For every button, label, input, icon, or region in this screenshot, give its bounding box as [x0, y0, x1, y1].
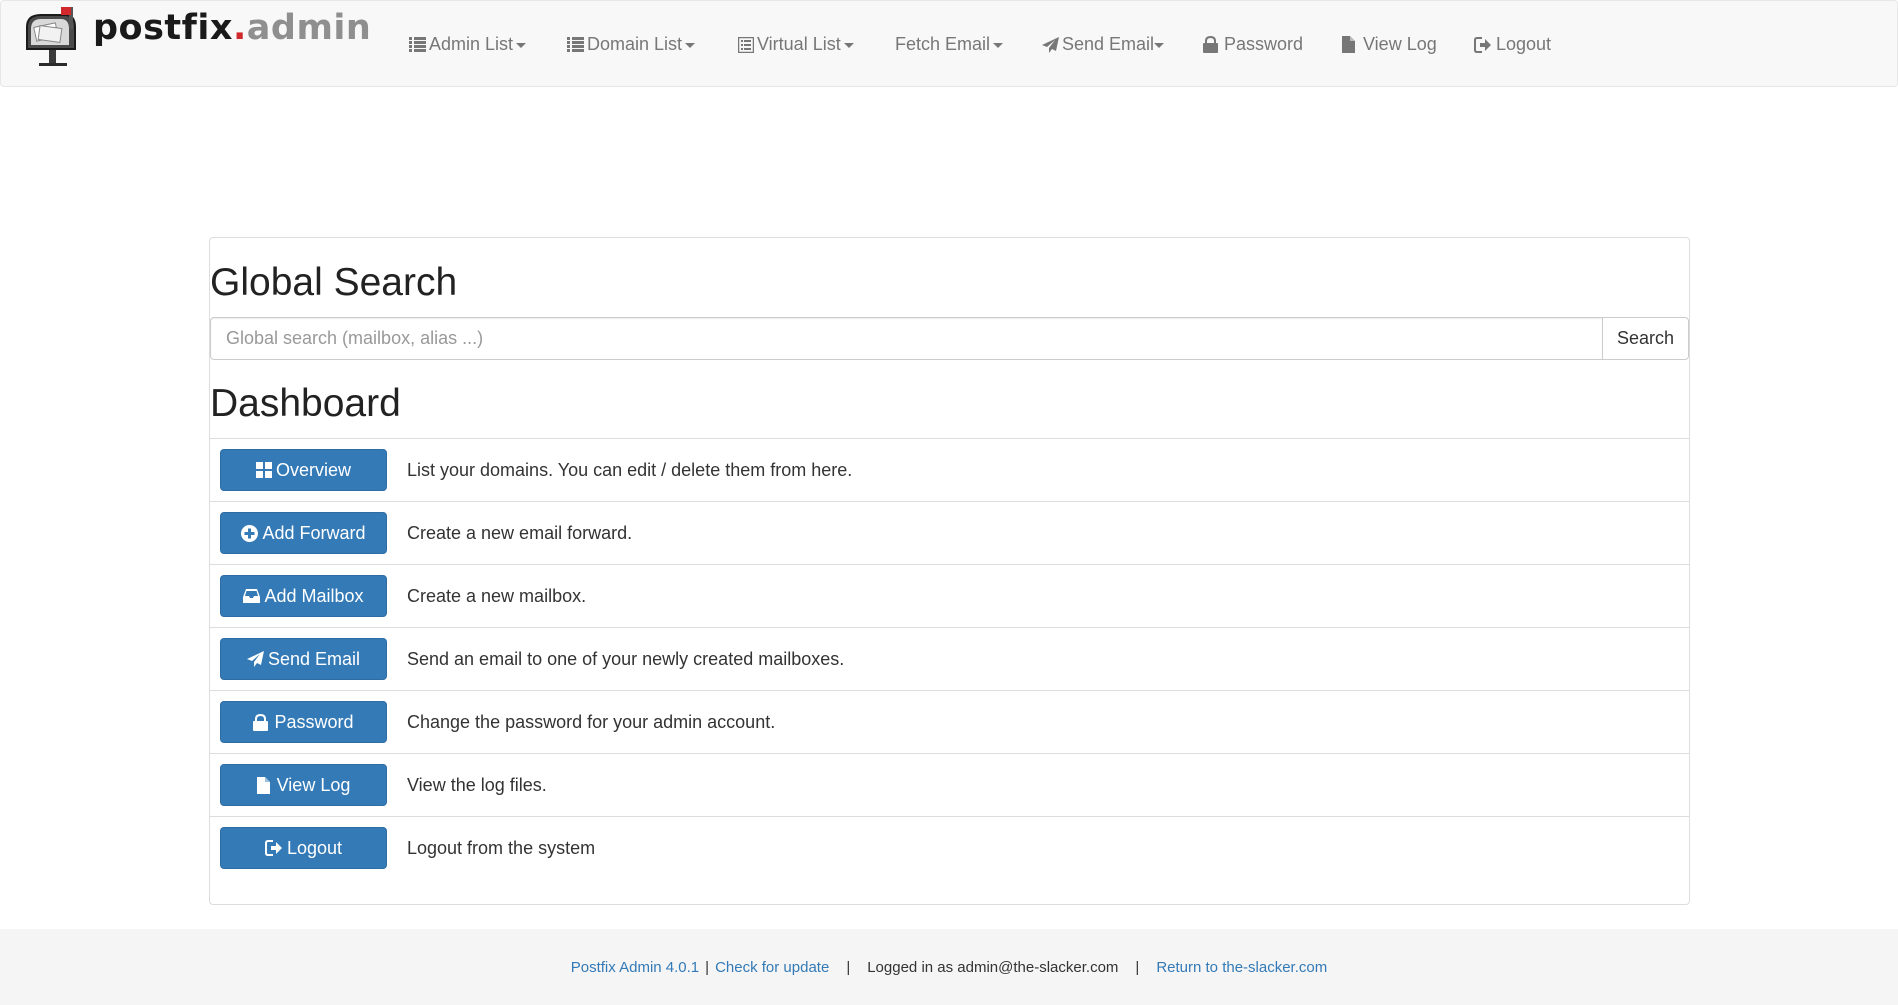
nav-virtual-list-label: Virtual List: [757, 34, 841, 54]
view-log-button[interactable]: View Log: [220, 764, 387, 806]
nav-admin-list[interactable]: Admin List: [409, 1, 527, 88]
global-search-heading: Global Search: [210, 261, 458, 304]
mailbox-icon: [26, 7, 76, 66]
nav-domain-list-label: Domain List: [587, 34, 683, 54]
table-row: Overview List your domains. You can edit…: [210, 438, 1689, 501]
chevron-down-icon: [1154, 43, 1165, 48]
overview-button-label: Overview: [275, 459, 351, 480]
grid-icon: [255, 462, 272, 478]
add-mailbox-button-label: Add Mailbox: [264, 585, 364, 606]
dashboard-heading: Dashboard: [210, 382, 401, 425]
send-email-description: Send an email to one of your newly creat…: [407, 649, 845, 669]
top-navbar: postfix.admin Admin List Domain List Vir…: [0, 0, 1898, 87]
file-icon: [256, 776, 270, 794]
table-row: Send Email Send an email to one of your …: [210, 627, 1689, 690]
nav-domain-list[interactable]: Domain List: [567, 1, 696, 88]
send-icon: [246, 651, 264, 667]
inbox-icon: [243, 589, 261, 603]
nav-view-log[interactable]: View Log: [1342, 1, 1437, 88]
logout-button[interactable]: Logout: [220, 827, 387, 869]
table-row: View Log View the log files.: [210, 753, 1689, 816]
logged-in-text: Logged in as admin@the-slacker.com: [867, 958, 1119, 976]
chevron-down-icon: [516, 43, 527, 48]
lock-icon: [253, 713, 269, 731]
logout-description: Logout from the system: [407, 838, 596, 858]
global-search-input[interactable]: [210, 317, 1603, 360]
password-button-label: Password: [274, 711, 354, 732]
send-icon: [1042, 36, 1059, 53]
plus-circle-icon: [241, 524, 259, 542]
password-description: Change the password for your admin accou…: [407, 712, 776, 732]
nav-password-label: Password: [1224, 34, 1304, 54]
nav-admin-list-label: Admin List: [429, 34, 514, 54]
list-icon: [567, 37, 584, 52]
logout-icon: [1474, 36, 1491, 53]
add-forward-button-label: Add Forward: [262, 522, 366, 543]
nav-view-log-label: View Log: [1363, 34, 1437, 54]
table-row: Logout Logout from the system: [210, 816, 1689, 879]
logout-button-label: Logout: [286, 837, 343, 858]
nav-virtual-list[interactable]: Virtual List: [738, 1, 854, 88]
main-panel: Global Search Search Dashboard Overview …: [209, 237, 1690, 905]
file-icon: [1342, 36, 1355, 53]
global-search-group: Search: [210, 317, 1689, 360]
nav-fetch-email[interactable]: Fetch Email: [895, 1, 1004, 88]
table-row: Password Change the password for your ad…: [210, 690, 1689, 753]
view-log-button-label: View Log: [276, 774, 351, 795]
page-footer: Postfix Admin 4.0.1 | Check for update |…: [0, 929, 1898, 1005]
add-forward-description: Create a new email forward.: [407, 523, 633, 543]
send-email-button-label: Send Email: [267, 648, 361, 669]
view-log-description: View the log files.: [407, 775, 547, 795]
list-icon: [409, 37, 426, 52]
nav-logout-label: Logout: [1496, 34, 1552, 54]
search-button[interactable]: Search: [1603, 317, 1689, 360]
footer-separator: |: [705, 958, 710, 976]
table-row: Add Mailbox Create a new mailbox.: [210, 564, 1689, 627]
overview-button[interactable]: Overview: [220, 449, 387, 491]
nav-send-email-label: Send Email: [1062, 34, 1155, 54]
lock-icon: [1203, 36, 1218, 53]
chevron-down-icon: [843, 43, 854, 48]
send-email-button[interactable]: Send Email: [220, 638, 387, 680]
nav-password[interactable]: Password: [1203, 1, 1303, 88]
table-row: Add Forward Create a new email forward.: [210, 501, 1689, 564]
overview-description: List your domains. You can edit / delete…: [407, 460, 853, 480]
footer-separator: |: [846, 958, 851, 976]
chevron-down-icon: [993, 43, 1004, 48]
return-link[interactable]: Return to the-slacker.com: [1156, 959, 1327, 976]
nav-send-email[interactable]: Send Email: [1042, 1, 1165, 88]
list-alt-icon: [738, 36, 754, 53]
add-mailbox-description: Create a new mailbox.: [407, 586, 587, 606]
dashboard-table: Overview List your domains. You can edit…: [210, 438, 1689, 879]
add-mailbox-button[interactable]: Add Mailbox: [220, 575, 387, 617]
password-button[interactable]: Password: [220, 701, 387, 743]
nav-logout[interactable]: Logout: [1474, 1, 1551, 88]
version-link[interactable]: Postfix Admin 4.0.1: [571, 959, 699, 976]
brand-name: postfix.admin: [93, 8, 372, 48]
nav-fetch-email-label: Fetch Email: [895, 34, 991, 54]
chevron-down-icon: [685, 43, 696, 48]
logout-icon: [264, 840, 282, 856]
check-update-link[interactable]: Check for update: [715, 959, 829, 976]
footer-separator: |: [1135, 958, 1140, 976]
add-forward-button[interactable]: Add Forward: [220, 512, 387, 554]
brand-logo[interactable]: postfix.admin: [21, 5, 371, 66]
